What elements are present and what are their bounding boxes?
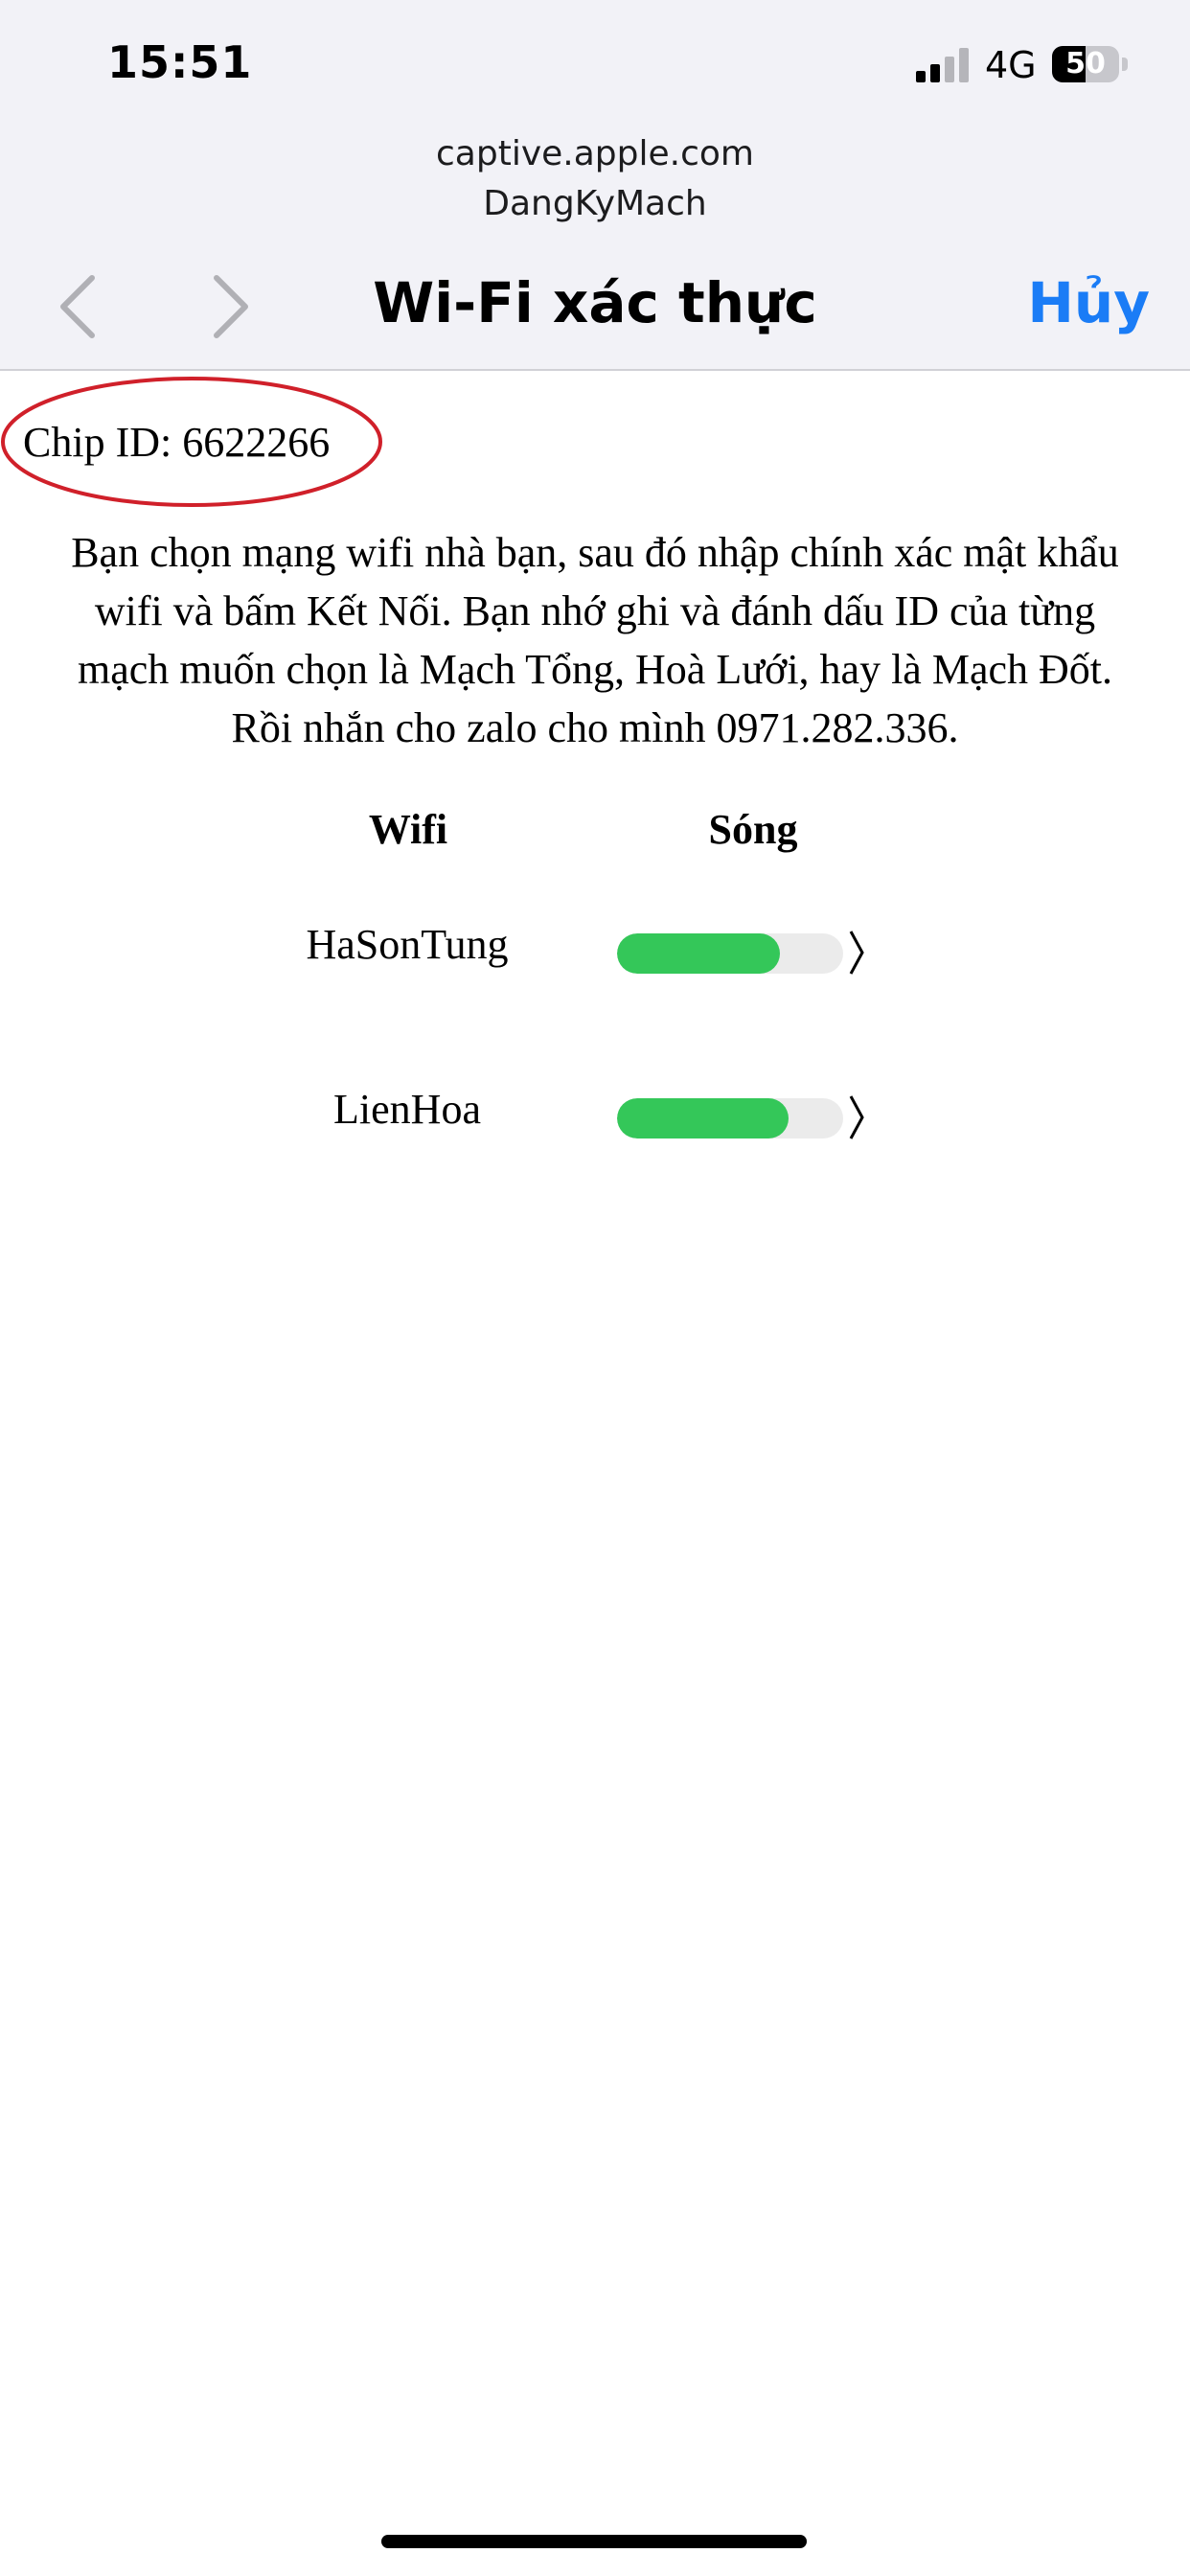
forward-button[interactable] [203, 268, 261, 345]
battery-percent: 50 [1065, 47, 1106, 80]
signal-strength-fill [617, 1098, 790, 1138]
chevron-right-icon [214, 275, 248, 338]
signal-strength-fill [617, 933, 780, 974]
url-domain: captive.apple.com [436, 134, 754, 173]
column-header-wifi: Wifi [368, 806, 448, 853]
signal-bar [945, 57, 954, 82]
signal-strength-bar [617, 933, 843, 974]
back-button[interactable] [52, 268, 109, 345]
instruction-line: Bạn chọn mạng wifi nhà bạn, sau đó nhập … [71, 529, 1119, 576]
chip-id: Chip ID: 6622266 [23, 419, 331, 466]
instructions-text: Bạn chọn mạng wifi nhà bạn, sau đó nhập … [0, 523, 1190, 757]
signal-bar [916, 71, 926, 82]
instruction-line: mạch muốn chọn là Mạch Tổng, Hoà Lưới, h… [77, 646, 1113, 693]
instruction-line: Rồi nhắn cho zalo cho mình 0971.282.336. [231, 704, 959, 751]
cellular-signal-icon [916, 48, 970, 82]
signal-bar [959, 48, 969, 82]
home-indicator[interactable] [381, 2535, 807, 2548]
status-time: 15:51 [107, 36, 253, 88]
battery-nub [1122, 58, 1128, 71]
wifi-network-name: LienHoa [333, 1086, 481, 1133]
column-header-signal: Sóng [708, 806, 798, 853]
signal-bar [930, 64, 940, 82]
chevron-right-icon [849, 1095, 864, 1139]
browser-header: 15:51 4G 50 captive.apple.com DangKyMach… [0, 0, 1190, 371]
wifi-network-name: HaSonTung [306, 921, 509, 968]
wifi-network-row[interactable]: LienHoa [230, 1071, 901, 1158]
wifi-network-row[interactable]: HaSonTung [230, 907, 901, 993]
page-title: Wi-Fi xác thực [373, 270, 817, 335]
chevron-right-icon [849, 931, 864, 975]
signal-strength-bar [617, 1098, 843, 1138]
battery-icon: 50 [1052, 46, 1119, 82]
instruction-line: wifi và bấm Kết Nối. Bạn nhớ ghi và đánh… [94, 587, 1096, 634]
network-type: 4G [985, 44, 1037, 86]
cancel-button[interactable]: Hủy [996, 270, 1150, 335]
url-page: DangKyMach [483, 184, 707, 223]
chevron-left-icon [60, 275, 95, 338]
